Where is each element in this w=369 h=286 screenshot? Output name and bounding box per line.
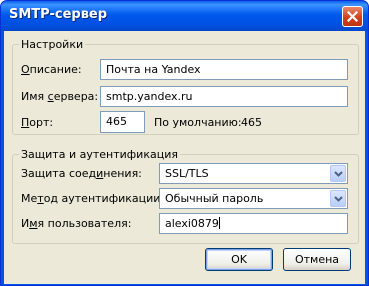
chevron-down-icon	[334, 171, 343, 177]
description-input[interactable]: Почта на Yandex	[100, 59, 348, 80]
close-icon	[347, 11, 358, 22]
connection-security-label: Защита соединения:	[21, 167, 142, 180]
security-group: Защита и аутентификация Защита соединени…	[12, 148, 359, 244]
settings-legend: Настройки	[19, 38, 86, 51]
ok-button[interactable]: OK	[205, 248, 273, 271]
default-port-label: По умолчанию:	[154, 116, 242, 129]
chevron-down-icon	[334, 196, 343, 202]
connection-security-select[interactable]: SSL/TLS	[159, 163, 348, 184]
auth-method-select[interactable]: Обычный пароль	[159, 188, 348, 209]
port-input[interactable]: 465	[100, 111, 145, 133]
dialog-body: Настройки Описание: Почта на Yandex Имя …	[4, 31, 365, 284]
auth-method-label: Метод аутентификации:	[21, 192, 165, 205]
close-button[interactable]	[342, 6, 363, 27]
server-name-input[interactable]: smtp.yandex.ru	[100, 86, 348, 107]
port-label: Порт:	[21, 116, 54, 129]
settings-group: Настройки Описание: Почта на Yandex Имя …	[12, 38, 359, 135]
connection-security-value: SSL/TLS	[165, 167, 209, 180]
security-legend: Защита и аутентификация	[19, 148, 180, 161]
title-bar[interactable]: SMTP-сервер	[1, 1, 368, 31]
username-input[interactable]: alexi0879	[159, 213, 348, 234]
cancel-button[interactable]: Отмена	[283, 248, 351, 271]
connection-security-dropdown-button[interactable]	[330, 165, 346, 182]
default-port-value: 465	[241, 116, 262, 129]
smtp-server-dialog: SMTP-сервер Настройки Описание: Почта на…	[0, 0, 369, 286]
auth-method-dropdown-button[interactable]	[330, 190, 346, 207]
window-title: SMTP-сервер	[9, 7, 108, 22]
description-label: Описание:	[21, 63, 82, 76]
username-label: Имя пользователя:	[21, 217, 132, 230]
server-name-label: Имя сервера:	[21, 90, 99, 103]
auth-method-value: Обычный пароль	[165, 192, 264, 205]
